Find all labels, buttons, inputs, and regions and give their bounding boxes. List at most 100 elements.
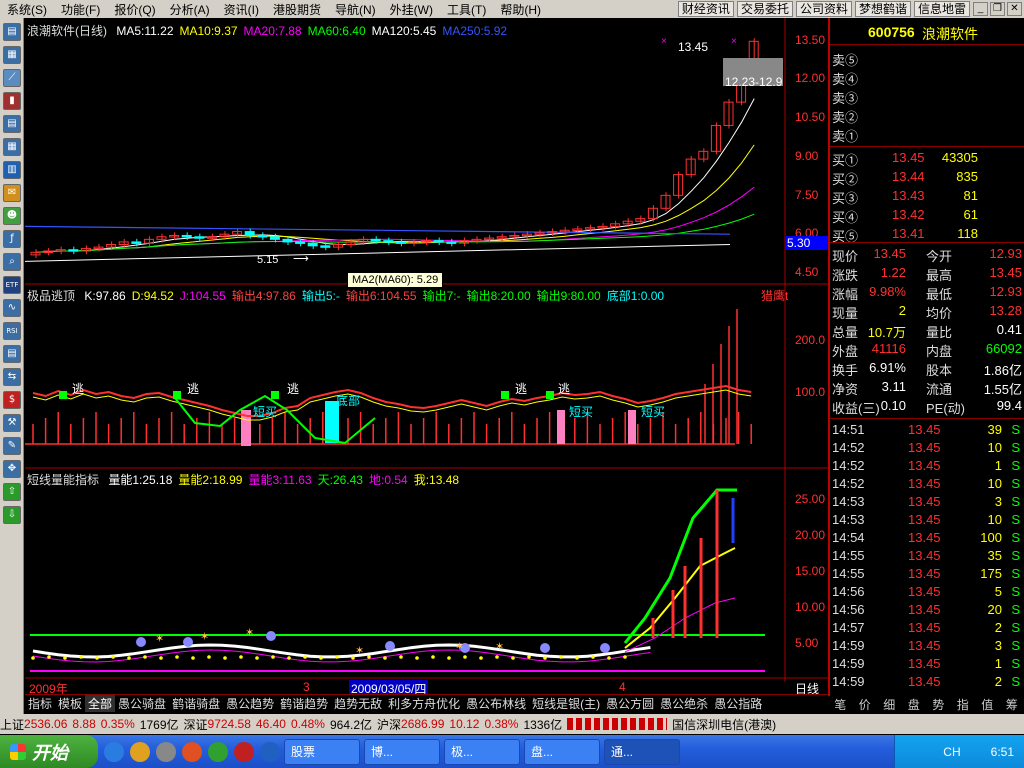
quote-tab[interactable]: 指	[957, 696, 969, 713]
sz-amount: 964.2亿	[329, 717, 372, 732]
menu-info[interactable]: 资讯(I)	[217, 1, 266, 18]
indicator-tab[interactable]: 全部	[85, 695, 116, 712]
rsi-icon[interactable]: RSI	[3, 322, 21, 340]
menu-navigate[interactable]: 导航(N)	[328, 1, 383, 18]
indicator-tab[interactable]: 愚公绝杀	[657, 695, 711, 712]
media-icon[interactable]	[182, 741, 202, 762]
escape-label: 逃	[187, 382, 200, 396]
menu-system[interactable]: 系统(S)	[0, 1, 54, 18]
indicator-tab[interactable]: 指标	[25, 695, 55, 712]
task-panel[interactable]: 盘...	[524, 738, 600, 765]
menu-help[interactable]: 帮助(H)	[493, 1, 548, 18]
quote-tab[interactable]: 盘	[908, 696, 920, 713]
close-icon[interactable]: ✕	[1007, 2, 1022, 16]
hs-label: 沪深	[377, 717, 402, 732]
kline-icon[interactable]: ▮	[3, 92, 21, 110]
tool-icon[interactable]	[234, 741, 254, 762]
indicator-tab[interactable]: 愚公方圆	[603, 695, 657, 712]
indicator-tab[interactable]: 趋势无敌	[331, 695, 385, 712]
dollar-icon[interactable]: $	[3, 391, 21, 409]
connection-status: 国信深圳电信(港澳)	[672, 717, 777, 732]
chart-canvas[interactable]: ⟶ × × ✶ ✶ ✶ ✶ ✶ ✶	[25, 18, 828, 682]
stat-value: 3.11	[881, 379, 906, 394]
etf-icon[interactable]: ETF	[3, 276, 21, 294]
tick-price: 13.45	[908, 458, 941, 473]
table-icon[interactable]: ▦	[3, 138, 21, 156]
trade-tick-row: 14:52 13.45 10 S	[830, 475, 1024, 494]
candle-body	[131, 241, 142, 244]
lang-indicator[interactable]: CH	[943, 745, 960, 759]
menu-analysis[interactable]: 分析(A)	[163, 1, 217, 18]
quote-tab[interactable]: 细	[883, 696, 895, 713]
formula-icon[interactable]: ƒ	[3, 230, 21, 248]
task-stocks[interactable]: 股票	[284, 738, 360, 765]
game-icon[interactable]	[208, 741, 228, 762]
grid-icon[interactable]: ▦	[3, 46, 21, 64]
tick-volume: 10	[987, 440, 1002, 455]
buy-price: 13.44	[892, 169, 925, 184]
menu-tools[interactable]: 工具(T)	[440, 1, 493, 18]
trade-tick-row: 14:53 13.45 3 S	[830, 493, 1024, 512]
info-mine-button[interactable]: 信息地雷	[913, 1, 970, 17]
minimize-icon[interactable]: _	[973, 2, 988, 16]
chrome-icon[interactable]	[130, 741, 150, 762]
indicator-tab[interactable]: 鹤谐骑盘	[169, 695, 223, 712]
arrow-up-icon[interactable]: ⇧	[3, 483, 21, 501]
start-button[interactable]: 开始	[0, 735, 98, 768]
trade-tick-row: 14:51 13.45 39 S	[830, 421, 1024, 440]
indicator-tab[interactable]: 短线是银(主)	[529, 695, 603, 712]
mail-icon[interactable]: ✉	[3, 184, 21, 202]
task-extreme[interactable]: 极...	[444, 738, 520, 765]
wrench-icon[interactable]: ⚒	[3, 414, 21, 432]
menu-hk-futures[interactable]: 港股期货	[266, 1, 328, 18]
quote-tab[interactable]: 筹	[1006, 696, 1018, 713]
menu-function[interactable]: 功能(F)	[54, 1, 107, 18]
company-info-button[interactable]: 公司资料	[795, 1, 852, 17]
trade-button[interactable]: 交易委托	[736, 1, 793, 17]
task-tongxin[interactable]: 通...	[604, 738, 680, 765]
tick-price: 13.45	[908, 656, 941, 671]
indicator-tab[interactable]: 利多方舟优化	[385, 695, 463, 712]
line-chart-icon[interactable]: ⟋	[3, 69, 21, 87]
candle-body	[68, 249, 79, 252]
quote-tab[interactable]: 势	[932, 696, 944, 713]
list-icon[interactable]: ▤	[3, 23, 21, 41]
signal-dot	[183, 637, 193, 647]
ma-value: MA20:7.88	[243, 24, 302, 38]
indicator-tab[interactable]: 愚公布林线	[463, 695, 529, 712]
tick-time: 14:59	[832, 656, 865, 671]
switch-icon[interactable]: ⇆	[3, 368, 21, 386]
stock-name: 浪潮软件	[922, 26, 978, 42]
search-icon[interactable]: ⌕	[3, 253, 21, 271]
users-icon[interactable]: ☻	[3, 207, 21, 225]
quote-tab[interactable]: 价	[859, 696, 871, 713]
arrow-down-icon[interactable]: ⇩	[3, 506, 21, 524]
indicator-tab[interactable]: 愚公骑盘	[115, 695, 169, 712]
menu-plugin[interactable]: 外挂(W)	[383, 1, 440, 18]
wave-icon[interactable]: ∿	[3, 299, 21, 317]
tick-volume: 1	[994, 458, 1002, 473]
indicator-tab[interactable]: 模板	[55, 695, 85, 712]
finance-news-button[interactable]: 财经资讯	[677, 1, 734, 17]
indicator-tab[interactable]: 愚公指路	[711, 695, 765, 712]
menu-quote[interactable]: 报价(Q)	[107, 1, 162, 18]
indicator-tab[interactable]: 愚公趋势	[223, 695, 277, 712]
indicator-tab[interactable]: 鹤谐趋势	[277, 695, 331, 712]
move-icon[interactable]: ✥	[3, 460, 21, 478]
quote-tab[interactable]: 笔	[834, 696, 846, 713]
stat-value: 13.28	[989, 303, 1022, 318]
app-icon[interactable]	[156, 741, 176, 762]
signal-dot	[600, 643, 610, 653]
report-icon[interactable]: ▤	[3, 115, 21, 133]
desktop-icon[interactable]	[260, 741, 280, 762]
doc-icon[interactable]: ▥	[3, 161, 21, 179]
pen-icon[interactable]: ✎	[3, 437, 21, 455]
chart-area[interactable]: ⟶ × × ✶ ✶ ✶ ✶ ✶ ✶ 浪潮软件(日线) MA5:11.22 MA10:9.37 MA…	[25, 18, 828, 697]
ie-icon[interactable]	[104, 741, 124, 762]
signal-dot	[136, 637, 146, 647]
compare-icon[interactable]: ▤	[3, 345, 21, 363]
quote-tab[interactable]: 值	[981, 696, 993, 713]
dream-button[interactable]: 梦想鹤谐	[854, 1, 911, 17]
task-blog[interactable]: 博...	[364, 738, 440, 765]
restore-icon[interactable]: ❐	[990, 2, 1005, 16]
